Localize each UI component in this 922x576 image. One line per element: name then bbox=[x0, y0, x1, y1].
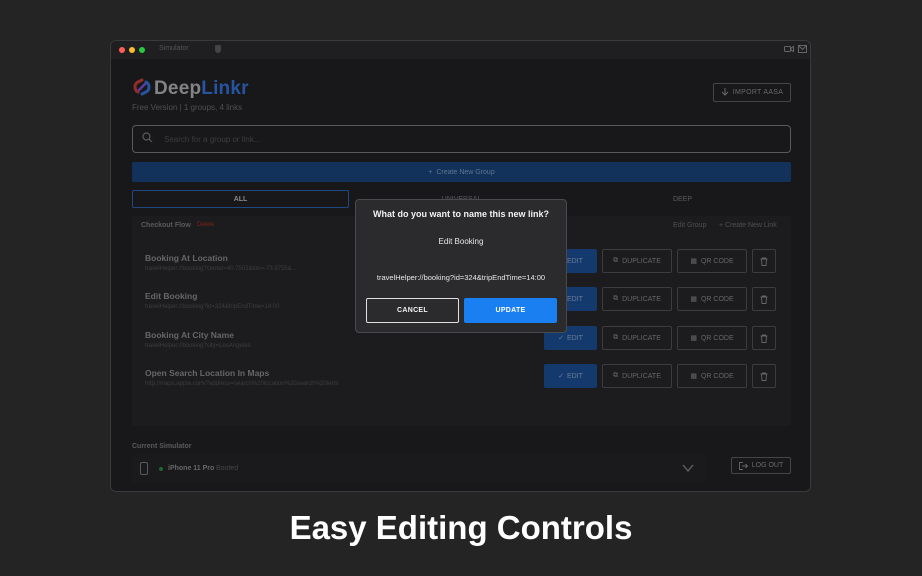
camera-icon[interactable] bbox=[784, 45, 794, 55]
titlebar-label[interactable]: Simulator bbox=[159, 45, 189, 52]
dialog-title: What do you want to name this new link? bbox=[372, 209, 549, 219]
rename-link-dialog: What do you want to name this new link? … bbox=[355, 199, 567, 333]
cancel-button[interactable]: CANCEL bbox=[366, 298, 459, 323]
shield-icon bbox=[215, 45, 221, 53]
link-url-field[interactable]: travelHelper://booking?id=324&tripEndTim… bbox=[356, 273, 566, 282]
minimize-window-button[interactable] bbox=[129, 47, 135, 53]
title-bar: Simulator bbox=[111, 41, 810, 59]
mail-icon[interactable] bbox=[798, 45, 807, 55]
caption: Easy Editing Controls bbox=[289, 509, 633, 546]
link-name-field[interactable]: Edit Booking bbox=[356, 237, 566, 246]
close-window-button[interactable] bbox=[119, 47, 125, 53]
update-button[interactable]: UPDATE bbox=[464, 298, 557, 323]
zoom-window-button[interactable] bbox=[139, 47, 145, 53]
